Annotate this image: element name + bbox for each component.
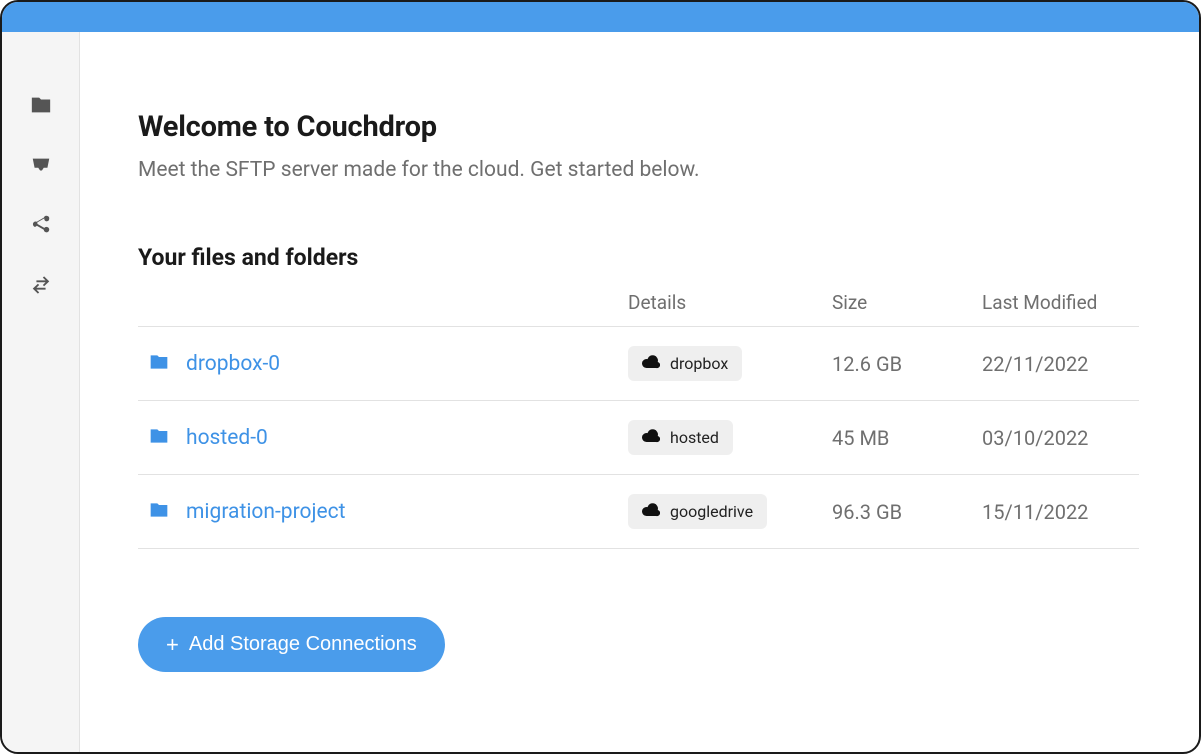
folder-icon[interactable] (28, 92, 54, 118)
app-body: Welcome to Couchdrop Meet the SFTP serve… (2, 32, 1199, 752)
folder-link[interactable]: hosted-0 (186, 426, 268, 450)
folder-icon (148, 426, 170, 450)
provider-chip: googledrive (628, 494, 767, 529)
folder-icon (148, 352, 170, 376)
provider-chip: dropbox (628, 346, 742, 381)
table-row: migration-project googledrive 96.3 GB 15… (138, 475, 1139, 549)
provider-label: dropbox (670, 354, 728, 373)
table-row: dropbox-0 dropbox 12.6 GB 22/11/2022 (138, 327, 1139, 401)
size-cell: 45 MB (832, 426, 982, 450)
size-cell: 96.3 GB (832, 500, 982, 524)
modified-cell: 03/10/2022 (982, 426, 1139, 450)
table-header: Details Size Last Modified (138, 279, 1139, 327)
provider-chip: hosted (628, 420, 733, 455)
col-details: Details (628, 291, 832, 314)
sidebar (2, 32, 80, 752)
inbox-icon[interactable] (28, 152, 54, 178)
details-cell: hosted (628, 420, 832, 455)
folder-link[interactable]: dropbox-0 (186, 352, 280, 376)
col-modified: Last Modified (982, 291, 1139, 314)
details-cell: dropbox (628, 346, 832, 381)
add-storage-button[interactable]: + Add Storage Connections (138, 617, 445, 672)
transfer-icon[interactable] (28, 272, 54, 298)
provider-label: hosted (670, 428, 719, 447)
cloud-icon (642, 428, 660, 447)
col-size: Size (832, 291, 982, 314)
page-subtitle: Meet the SFTP server made for the cloud.… (138, 158, 1139, 182)
files-section-title: Your files and folders (138, 244, 1139, 271)
app-window: Welcome to Couchdrop Meet the SFTP serve… (0, 0, 1201, 754)
add-storage-label: Add Storage Connections (189, 633, 417, 656)
cloud-icon (642, 354, 660, 373)
window-titlebar (2, 2, 1199, 32)
plus-icon: + (166, 634, 179, 656)
name-cell: dropbox-0 (138, 352, 628, 376)
page-title: Welcome to Couchdrop (138, 110, 1139, 144)
share-icon[interactable] (28, 212, 54, 238)
main-content: Welcome to Couchdrop Meet the SFTP serve… (80, 32, 1199, 752)
provider-label: googledrive (670, 502, 753, 521)
size-cell: 12.6 GB (832, 352, 982, 376)
name-cell: hosted-0 (138, 426, 628, 450)
cloud-icon (642, 502, 660, 521)
details-cell: googledrive (628, 494, 832, 529)
table-row: hosted-0 hosted 45 MB 03/10/2022 (138, 401, 1139, 475)
modified-cell: 22/11/2022 (982, 352, 1139, 376)
files-table: Details Size Last Modified dropbox-0 (138, 279, 1139, 549)
modified-cell: 15/11/2022 (982, 500, 1139, 524)
name-cell: migration-project (138, 500, 628, 524)
folder-link[interactable]: migration-project (186, 500, 346, 524)
folder-icon (148, 500, 170, 524)
